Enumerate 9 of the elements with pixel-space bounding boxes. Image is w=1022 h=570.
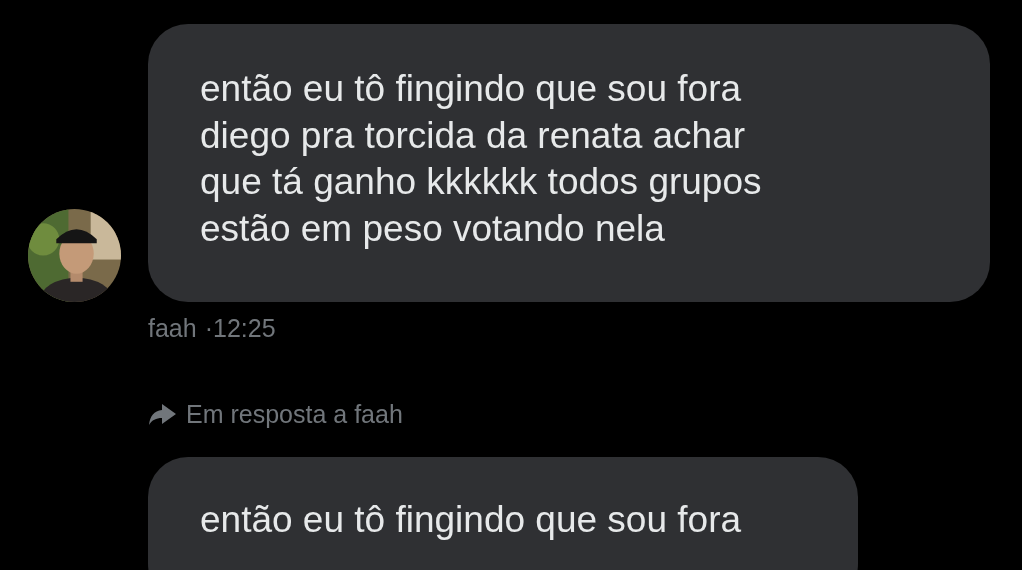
reply-context: Em resposta a faah [186,398,403,430]
reply-icon [148,402,178,427]
message-text: que tá ganho kkkkkk todos grupos [200,160,763,204]
message-text: estão em peso votando nela [200,206,666,251]
message-text: diego pra torcida da renata achar [200,113,747,158]
sender-name: faah [148,313,197,344]
message-text: então eu tô fingindo que sou fora [200,67,743,111]
message-text: então eu tô fingindo que sou fora [200,498,743,542]
timestamp: ·12:25 [204,313,276,344]
